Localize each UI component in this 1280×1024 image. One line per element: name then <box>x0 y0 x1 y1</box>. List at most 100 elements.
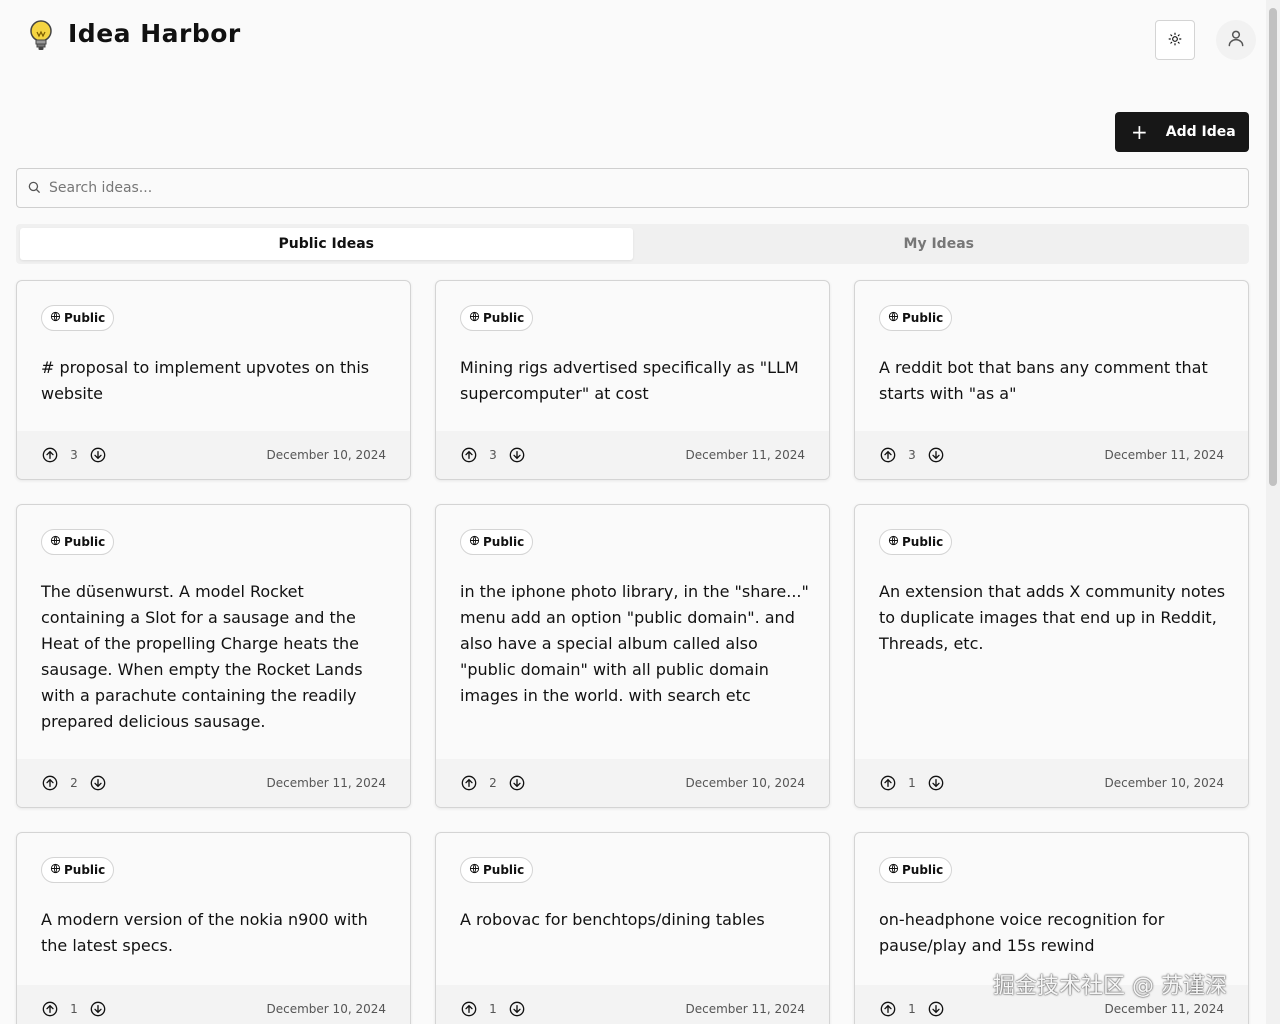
add-idea-label: Add Idea <box>1165 124 1236 140</box>
upvote-icon[interactable] <box>879 1000 897 1018</box>
tab-public-ideas[interactable]: Public Ideas <box>20 228 633 260</box>
idea-card[interactable]: Public A reddit bot that bans any commen… <box>854 280 1249 480</box>
idea-date: December 11, 2024 <box>1104 1002 1224 1016</box>
upvote-icon[interactable] <box>460 774 478 792</box>
scrollbar-thumb[interactable] <box>1269 8 1277 486</box>
vote-count: 1 <box>70 1002 78 1016</box>
globe-icon <box>888 863 902 877</box>
globe-icon <box>888 535 902 549</box>
badge-label: Public <box>64 311 106 325</box>
vote-count: 2 <box>70 776 78 790</box>
idea-text: on-headphone voice recognition for pause… <box>879 910 1165 955</box>
downvote-icon[interactable] <box>89 774 107 792</box>
watermark: 掘金技术社区 @ 苏谨深 <box>993 974 1227 999</box>
status-badge: Public <box>41 857 115 883</box>
idea-text: An extension that adds X community notes… <box>879 582 1226 653</box>
downvote-icon[interactable] <box>508 1000 526 1018</box>
downvote-icon[interactable] <box>927 774 945 792</box>
downvote-icon[interactable] <box>927 1000 945 1018</box>
idea-date: December 10, 2024 <box>266 448 386 462</box>
theme-toggle-button[interactable] <box>1155 20 1195 60</box>
globe-icon <box>50 311 64 325</box>
status-badge: Public <box>460 529 534 555</box>
idea-card[interactable]: Public A modern version of the nokia n90… <box>16 832 411 1024</box>
globe-icon <box>50 863 64 877</box>
upvote-icon[interactable] <box>41 774 59 792</box>
status-badge: Public <box>460 857 534 883</box>
badge-label: Public <box>902 863 944 877</box>
vote-count: 3 <box>489 448 497 462</box>
vote-count: 1 <box>908 1002 916 1016</box>
idea-text: A robovac for benchtops/dining tables <box>460 910 765 929</box>
card-footer: 3 December 11, 2024 <box>855 431 1248 479</box>
idea-card[interactable]: Public An extension that adds X communit… <box>854 504 1249 808</box>
vote-count: 1 <box>489 1002 497 1016</box>
downvote-icon[interactable] <box>927 446 945 464</box>
badge-label: Public <box>483 863 525 877</box>
vote-count: 3 <box>908 448 916 462</box>
card-footer: 2 December 10, 2024 <box>436 759 829 807</box>
card-footer: 3 December 11, 2024 <box>436 431 829 479</box>
downvote-icon[interactable] <box>508 774 526 792</box>
status-badge: Public <box>879 529 953 555</box>
idea-date: December 10, 2024 <box>1104 776 1224 790</box>
app-header: Idea Harbor <box>0 0 1266 80</box>
idea-date: December 11, 2024 <box>1104 448 1224 462</box>
idea-card[interactable]: Public Mining rigs advertised specifical… <box>435 280 830 480</box>
globe-icon <box>469 863 483 877</box>
globe-icon <box>469 535 483 549</box>
page-scrollbar[interactable] <box>1266 0 1280 1024</box>
upvote-icon[interactable] <box>41 446 59 464</box>
add-idea-button[interactable]: + Add Idea <box>1115 112 1249 152</box>
card-footer: 1 December 10, 2024 <box>17 985 410 1024</box>
card-footer: 1 December 11, 2024 <box>436 985 829 1024</box>
badge-label: Public <box>902 535 944 549</box>
user-icon <box>1226 28 1246 52</box>
card-footer: 3 December 10, 2024 <box>17 431 410 479</box>
badge-label: Public <box>64 863 106 877</box>
downvote-icon[interactable] <box>89 1000 107 1018</box>
app-title: Idea Harbor <box>68 19 241 48</box>
downvote-icon[interactable] <box>508 446 526 464</box>
card-footer: 2 December 11, 2024 <box>17 759 410 807</box>
idea-date: December 11, 2024 <box>266 776 386 790</box>
globe-icon <box>50 535 64 549</box>
sun-icon <box>1168 31 1182 50</box>
badge-label: Public <box>483 535 525 549</box>
upvote-icon[interactable] <box>460 1000 478 1018</box>
badge-label: Public <box>64 535 106 549</box>
vote-count: 2 <box>489 776 497 790</box>
upvote-icon[interactable] <box>879 446 897 464</box>
user-menu-button[interactable] <box>1216 20 1256 60</box>
idea-card[interactable]: Public The düsenwurst. A model Rocket co… <box>16 504 411 808</box>
plus-icon: + <box>1131 120 1148 144</box>
status-badge: Public <box>41 529 115 555</box>
idea-text: A modern version of the nokia n900 with … <box>41 910 368 955</box>
tab-my-ideas[interactable]: My Ideas <box>633 228 1246 260</box>
idea-date: December 11, 2024 <box>685 1002 805 1016</box>
vote-count: 1 <box>908 776 916 790</box>
upvote-icon[interactable] <box>41 1000 59 1018</box>
idea-date: December 10, 2024 <box>685 776 805 790</box>
idea-text: A reddit bot that bans any comment that … <box>879 358 1208 403</box>
status-badge: Public <box>460 305 534 331</box>
card-footer: 1 December 10, 2024 <box>855 759 1248 807</box>
idea-text: in the iphone photo library, in the "sha… <box>460 582 809 705</box>
badge-label: Public <box>483 311 525 325</box>
idea-date: December 10, 2024 <box>266 1002 386 1016</box>
idea-text: The düsenwurst. A model Rocket containin… <box>41 582 363 731</box>
idea-card[interactable]: Public A robovac for benchtops/dining ta… <box>435 832 830 1024</box>
status-badge: Public <box>879 857 953 883</box>
idea-text: Mining rigs advertised specifically as "… <box>460 358 799 403</box>
idea-card[interactable]: Public in the iphone photo library, in t… <box>435 504 830 808</box>
upvote-icon[interactable] <box>460 446 478 464</box>
search-input[interactable] <box>49 180 1199 196</box>
idea-card[interactable]: Public # proposal to implement upvotes o… <box>16 280 411 480</box>
downvote-icon[interactable] <box>89 446 107 464</box>
idea-date: December 11, 2024 <box>685 448 805 462</box>
idea-tabs: Public Ideas My Ideas <box>16 224 1249 264</box>
globe-icon <box>469 311 483 325</box>
lightbulb-icon <box>26 18 56 54</box>
upvote-icon[interactable] <box>879 774 897 792</box>
idea-text: # proposal to implement upvotes on this … <box>41 358 370 403</box>
